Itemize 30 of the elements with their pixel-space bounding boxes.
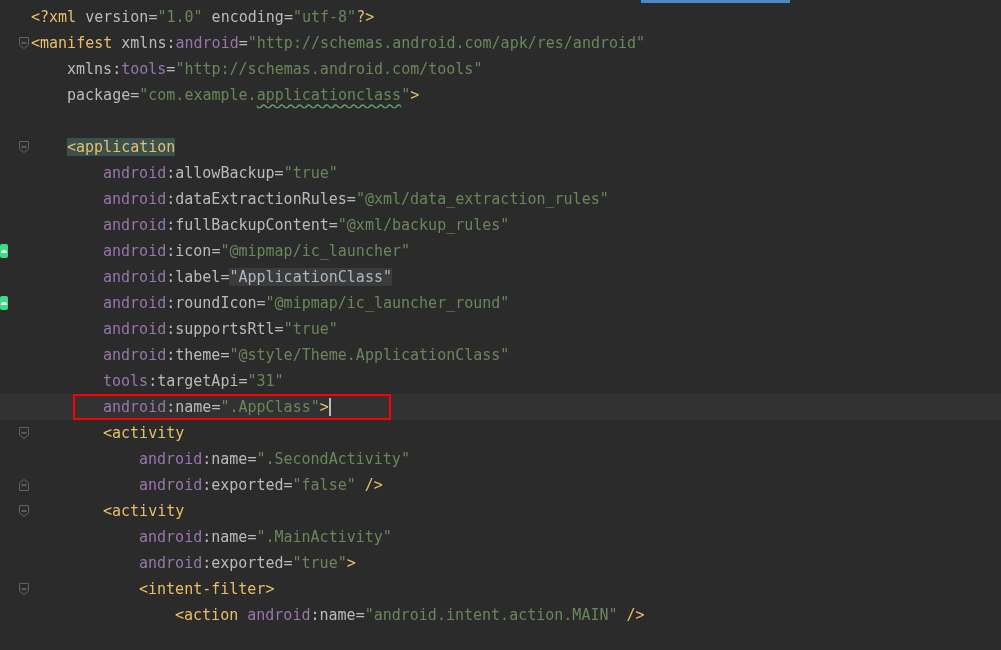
code-line: android:exported="false" />: [139, 476, 383, 494]
code-line: <action android:name="android.intent.action.MAIN" />: [175, 606, 645, 624]
code-line: android:label="ApplicationClass": [103, 268, 392, 286]
code-line: android:fullBackupContent="@xml/backup_rules": [103, 216, 510, 234]
android-icon[interactable]: [0, 296, 8, 310]
code-line: <activity: [103, 502, 185, 520]
code-line: android:dataExtractionRules="@xml/data_extraction_rules": [103, 190, 609, 208]
code-line: <activity: [103, 424, 185, 442]
code-line: <manifest xmlns:android="http://schemas.android.com/apk/res/android": [31, 34, 646, 52]
fold-icon[interactable]: [18, 504, 30, 518]
code-line: android:name=".SecondActivity": [139, 450, 410, 468]
code-line: <intent-filter>: [139, 580, 275, 598]
code-line: android:icon="@mipmap/ic_launcher": [103, 242, 411, 260]
fold-icon[interactable]: [18, 582, 30, 596]
fold-end-icon[interactable]: [18, 478, 30, 492]
code-line: tools:targetApi="31": [103, 372, 284, 390]
code-line: android:exported="true">: [139, 554, 356, 572]
code-line: package="com.example.applicationclass">: [67, 86, 420, 104]
code-line: xmlns:tools="http://schemas.android.com/tools": [67, 60, 483, 78]
code-line: android:name=".AppClass">: [103, 398, 331, 416]
code-line: <?xml version="1.0" encoding="utf-8"?>: [31, 8, 375, 26]
fold-icon[interactable]: [18, 426, 30, 440]
code-line: android:allowBackup="true": [103, 164, 338, 182]
android-icon[interactable]: [0, 244, 8, 258]
code-line: android:name=".MainActivity": [139, 528, 392, 546]
code-line: android:theme="@style/Theme.ApplicationClass": [103, 346, 510, 364]
code-line: android:roundIcon="@mipmap/ic_launcher_round": [103, 294, 510, 312]
fold-icon[interactable]: [18, 140, 30, 154]
code-line: android:supportsRtl="true": [103, 320, 338, 338]
fold-icon[interactable]: [18, 36, 30, 50]
